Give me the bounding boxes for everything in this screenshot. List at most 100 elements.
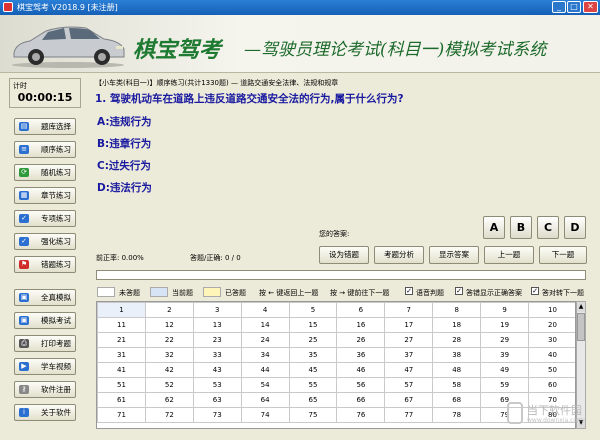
question-cell[interactable]: 2 — [144, 302, 194, 318]
question-cell[interactable]: 26 — [336, 332, 386, 348]
question-cell[interactable]: 51 — [97, 377, 146, 393]
scroll-up-icon[interactable]: ▲ — [577, 302, 585, 312]
question-cell[interactable]: 66 — [336, 392, 386, 408]
question-cell[interactable]: 27 — [384, 332, 434, 348]
voice-judge-checkbox[interactable]: ✓ — [405, 287, 413, 295]
question-cell[interactable]: 30 — [528, 332, 575, 348]
question-cell[interactable]: 24 — [240, 332, 290, 348]
question-cell[interactable]: 20 — [528, 317, 575, 333]
question-cell[interactable]: 19 — [480, 317, 530, 333]
question-cell[interactable]: 55 — [288, 377, 338, 393]
question-cell[interactable]: 56 — [336, 377, 386, 393]
question-cell[interactable]: 12 — [144, 317, 194, 333]
sidebar-btn-top_items-3[interactable]: ▦ 章节练习 — [14, 187, 76, 204]
question-cell[interactable]: 36 — [336, 347, 386, 363]
question-cell[interactable]: 5 — [288, 302, 338, 318]
question-cell[interactable]: 18 — [432, 317, 482, 333]
option-a[interactable]: A:违规行为 — [97, 114, 152, 129]
question-cell[interactable]: 44 — [240, 362, 290, 378]
question-cell[interactable]: 3 — [192, 302, 242, 318]
minimize-button[interactable]: _ — [552, 1, 566, 13]
question-cell[interactable]: 76 — [336, 407, 386, 423]
question-cell[interactable]: 6 — [336, 302, 386, 318]
question-cell[interactable]: 67 — [384, 392, 434, 408]
question-cell[interactable]: 41 — [97, 362, 146, 378]
sidebar-btn-bottom_items-4[interactable]: ⚷ 软件注册 — [14, 381, 76, 398]
question-cell[interactable]: 25 — [288, 332, 338, 348]
question-cell[interactable]: 1 — [97, 302, 146, 318]
question-cell[interactable]: 52 — [144, 377, 194, 393]
question-cell[interactable]: 72 — [144, 407, 194, 423]
question-cell[interactable]: 10 — [528, 302, 575, 318]
question-cell[interactable]: 39 — [480, 347, 530, 363]
sidebar-btn-bottom_items-0[interactable]: ▣ 全真模拟 — [14, 289, 76, 306]
sidebar-btn-bottom_items-3[interactable]: ▶ 学车视频 — [14, 358, 76, 375]
question-cell[interactable]: 21 — [97, 332, 146, 348]
question-cell[interactable]: 23 — [192, 332, 242, 348]
prev-question-button[interactable]: 上一题 — [484, 246, 534, 264]
answer-d-button[interactable]: D — [564, 216, 586, 239]
question-cell[interactable]: 45 — [288, 362, 338, 378]
option-b[interactable]: B:违章行为 — [97, 136, 151, 151]
question-cell[interactable]: 54 — [240, 377, 290, 393]
question-cell[interactable]: 48 — [432, 362, 482, 378]
analysis-button[interactable]: 考题分析 — [374, 246, 424, 264]
sidebar-btn-top_items-1[interactable]: ≡ 顺序练习 — [14, 141, 76, 158]
option-c[interactable]: C:过失行为 — [97, 158, 151, 173]
question-cell[interactable]: 62 — [144, 392, 194, 408]
question-cell[interactable]: 31 — [97, 347, 146, 363]
answer-b-button[interactable]: B — [510, 216, 532, 239]
question-cell[interactable]: 64 — [240, 392, 290, 408]
auto-next-checkbox[interactable]: ✓ — [531, 287, 539, 295]
scroll-thumb[interactable] — [577, 313, 585, 341]
question-cell[interactable]: 73 — [192, 407, 242, 423]
maximize-button[interactable]: □ — [567, 1, 581, 13]
question-cell[interactable]: 75 — [288, 407, 338, 423]
question-cell[interactable]: 13 — [192, 317, 242, 333]
question-cell[interactable]: 60 — [528, 377, 575, 393]
question-cell[interactable]: 74 — [240, 407, 290, 423]
answer-c-button[interactable]: C — [537, 216, 559, 239]
question-cell[interactable]: 35 — [288, 347, 338, 363]
question-cell[interactable]: 11 — [97, 317, 146, 333]
question-cell[interactable]: 77 — [384, 407, 434, 423]
question-cell[interactable]: 33 — [192, 347, 242, 363]
sidebar-btn-top_items-0[interactable]: ▤ 题库选择 — [14, 118, 76, 135]
question-cell[interactable]: 42 — [144, 362, 194, 378]
sidebar-btn-bottom_items-1[interactable]: ▣ 模拟考试 — [14, 312, 76, 329]
question-cell[interactable]: 58 — [432, 377, 482, 393]
question-cell[interactable]: 22 — [144, 332, 194, 348]
question-cell[interactable]: 47 — [384, 362, 434, 378]
question-cell[interactable]: 38 — [432, 347, 482, 363]
question-cell[interactable]: 57 — [384, 377, 434, 393]
sidebar-btn-bottom_items-2[interactable]: ⎙ 打印考题 — [14, 335, 76, 352]
question-cell[interactable]: 63 — [192, 392, 242, 408]
question-cell[interactable]: 61 — [97, 392, 146, 408]
question-cell[interactable]: 78 — [432, 407, 482, 423]
question-cell[interactable]: 17 — [384, 317, 434, 333]
sidebar-btn-top_items-6[interactable]: ⚑ 错题练习 — [14, 256, 76, 273]
answer-a-button[interactable]: A — [483, 216, 505, 239]
question-cell[interactable]: 9 — [480, 302, 530, 318]
question-cell[interactable]: 29 — [480, 332, 530, 348]
option-d[interactable]: D:违法行为 — [97, 180, 152, 195]
question-cell[interactable]: 16 — [336, 317, 386, 333]
question-cell[interactable]: 34 — [240, 347, 290, 363]
sidebar-btn-bottom_items-5[interactable]: i 关于软件 — [14, 404, 76, 421]
sidebar-btn-top_items-4[interactable]: ✓ 专项练习 — [14, 210, 76, 227]
question-cell[interactable]: 14 — [240, 317, 290, 333]
close-button[interactable]: ✕ — [583, 1, 598, 13]
show-correct-checkbox[interactable]: ✓ — [455, 287, 463, 295]
mark-wrong-button[interactable]: 设为错题 — [319, 246, 369, 264]
question-cell[interactable]: 8 — [432, 302, 482, 318]
question-cell[interactable]: 46 — [336, 362, 386, 378]
sidebar-btn-top_items-2[interactable]: ⟳ 随机练习 — [14, 164, 76, 181]
question-cell[interactable]: 40 — [528, 347, 575, 363]
show-answer-button[interactable]: 显示答案 — [429, 246, 479, 264]
question-cell[interactable]: 68 — [432, 392, 482, 408]
question-cell[interactable]: 28 — [432, 332, 482, 348]
question-cell[interactable]: 71 — [97, 407, 146, 423]
question-cell[interactable]: 43 — [192, 362, 242, 378]
question-cell[interactable]: 4 — [240, 302, 290, 318]
question-cell[interactable]: 32 — [144, 347, 194, 363]
